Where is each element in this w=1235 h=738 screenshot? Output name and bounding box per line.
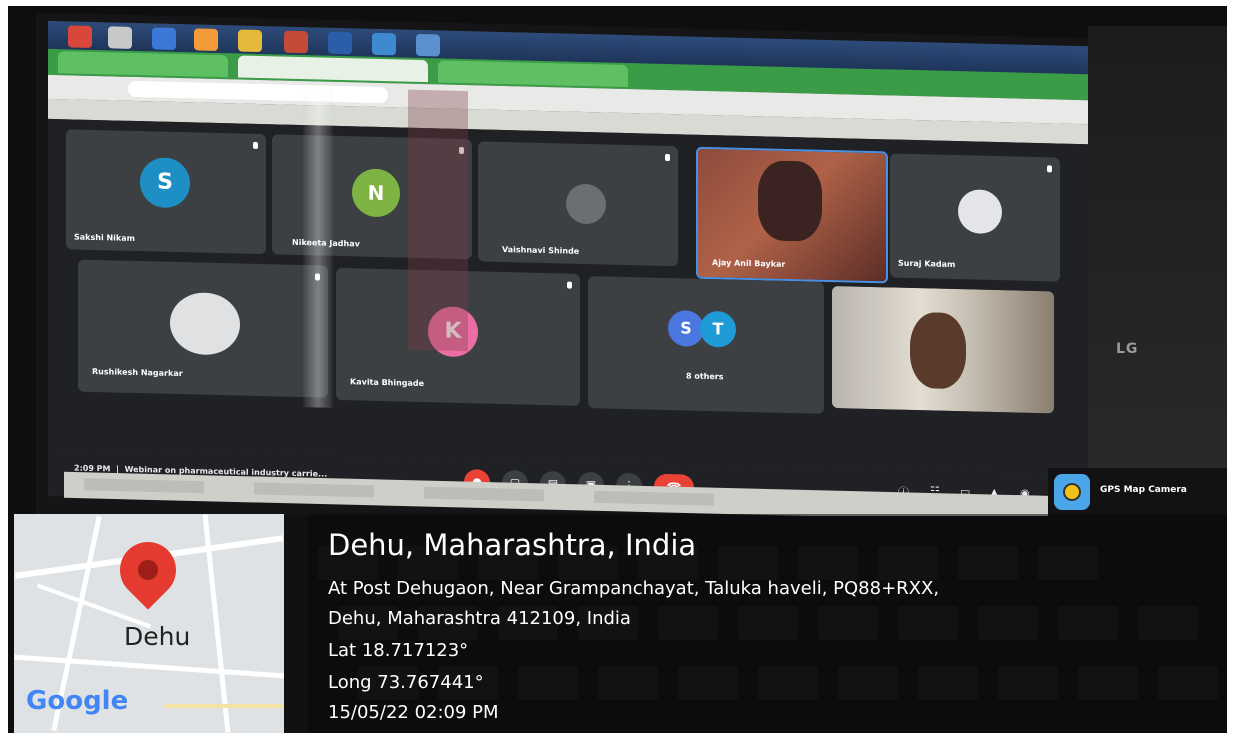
mic-icon [567, 281, 572, 289]
gps-app-badge: GPS Map Camera [1048, 468, 1227, 516]
gps-address-line1: At Post Dehugaon, Near Grampanchayat, Ta… [328, 578, 940, 599]
participant-name: Suraj Kadam [898, 258, 956, 270]
app-icon[interactable] [284, 30, 308, 54]
browser-tab[interactable] [58, 51, 228, 78]
screen-reflection [303, 87, 333, 408]
participant-name: Ajay Anil Baykar [712, 258, 786, 269]
gps-longitude: Long 73.767441° [328, 672, 484, 693]
participant-face [910, 311, 966, 390]
participant-tile[interactable] [832, 286, 1054, 414]
mic-icon [1047, 165, 1052, 173]
app-icon[interactable] [68, 25, 92, 48]
app-icon[interactable] [152, 27, 176, 50]
map-road [14, 654, 284, 679]
monitor-side [1088, 26, 1227, 506]
participant-tile-others[interactable]: S T 8 others [588, 276, 824, 414]
participant-tile[interactable]: S Sakshi Nikam [66, 129, 266, 255]
google-logo: Google [26, 686, 129, 716]
meet-grid: S Sakshi Nikam N Nikeeta Jadhav Vaishnav… [48, 118, 1123, 476]
monitor-screen: S Sakshi Nikam N Nikeeta Jadhav Vaishnav… [48, 20, 1123, 523]
gps-address-line2: Dehu, Maharashtra 412109, India [328, 608, 631, 629]
photo-frame: S Sakshi Nikam N Nikeeta Jadhav Vaishnav… [8, 6, 1227, 733]
gps-app-name: GPS Map Camera [1100, 485, 1187, 495]
mic-icon [665, 153, 670, 162]
map-road [164, 704, 284, 708]
map-place-label: Dehu [124, 622, 191, 651]
chrome-icon[interactable] [108, 26, 132, 49]
screen-reflection [408, 89, 468, 352]
app-icon[interactable] [194, 28, 218, 52]
participant-tile[interactable]: Suraj Kadam [890, 153, 1060, 282]
gps-datetime: 15/05/22 02:09 PM [328, 702, 499, 723]
location-pin-icon [108, 530, 188, 610]
gps-info-panel: Dehu, Maharashtra, India At Post Dehugao… [308, 514, 1227, 733]
participant-photo [170, 291, 240, 356]
participant-tile-active[interactable]: Ajay Anil Baykar [696, 146, 888, 284]
participant-avatar: S [140, 157, 190, 209]
download-item[interactable] [84, 478, 204, 494]
download-item[interactable] [254, 482, 374, 498]
participant-face [758, 160, 822, 242]
others-count: 8 others [686, 371, 724, 382]
folder-icon[interactable] [238, 29, 262, 53]
download-item[interactable] [424, 486, 544, 502]
participant-name: Rushikesh Nagarkar [92, 366, 183, 379]
word-icon[interactable] [328, 31, 352, 55]
gps-camera-icon [1054, 474, 1090, 510]
participant-avatar: T [700, 310, 736, 348]
participant-tile[interactable]: Rushikesh Nagarkar [78, 259, 328, 398]
participant-tile[interactable]: Vaishnavi Shinde [478, 141, 678, 267]
participant-name: Vaishnavi Shinde [502, 244, 580, 256]
browser-tab[interactable] [238, 55, 428, 83]
participant-name: Sakshi Nikam [74, 232, 135, 243]
download-item[interactable] [594, 490, 714, 506]
participant-photo [566, 183, 606, 225]
participant-avatar: S [668, 310, 704, 347]
browser-tab[interactable] [438, 60, 628, 88]
map-thumbnail: Dehu Google [14, 514, 284, 733]
participant-avatar: N [352, 168, 400, 218]
participant-photo [958, 189, 1002, 235]
url-field[interactable] [128, 80, 388, 104]
mic-icon [253, 141, 258, 149]
participant-name: Kavita Bhingade [350, 377, 425, 389]
app-icon[interactable] [416, 33, 440, 57]
gps-place: Dehu, Maharashtra, India [328, 528, 697, 562]
monitor-brand: LG [1116, 341, 1139, 357]
gps-latitude: Lat 18.717123° [328, 640, 469, 661]
app-icon[interactable] [372, 32, 396, 56]
